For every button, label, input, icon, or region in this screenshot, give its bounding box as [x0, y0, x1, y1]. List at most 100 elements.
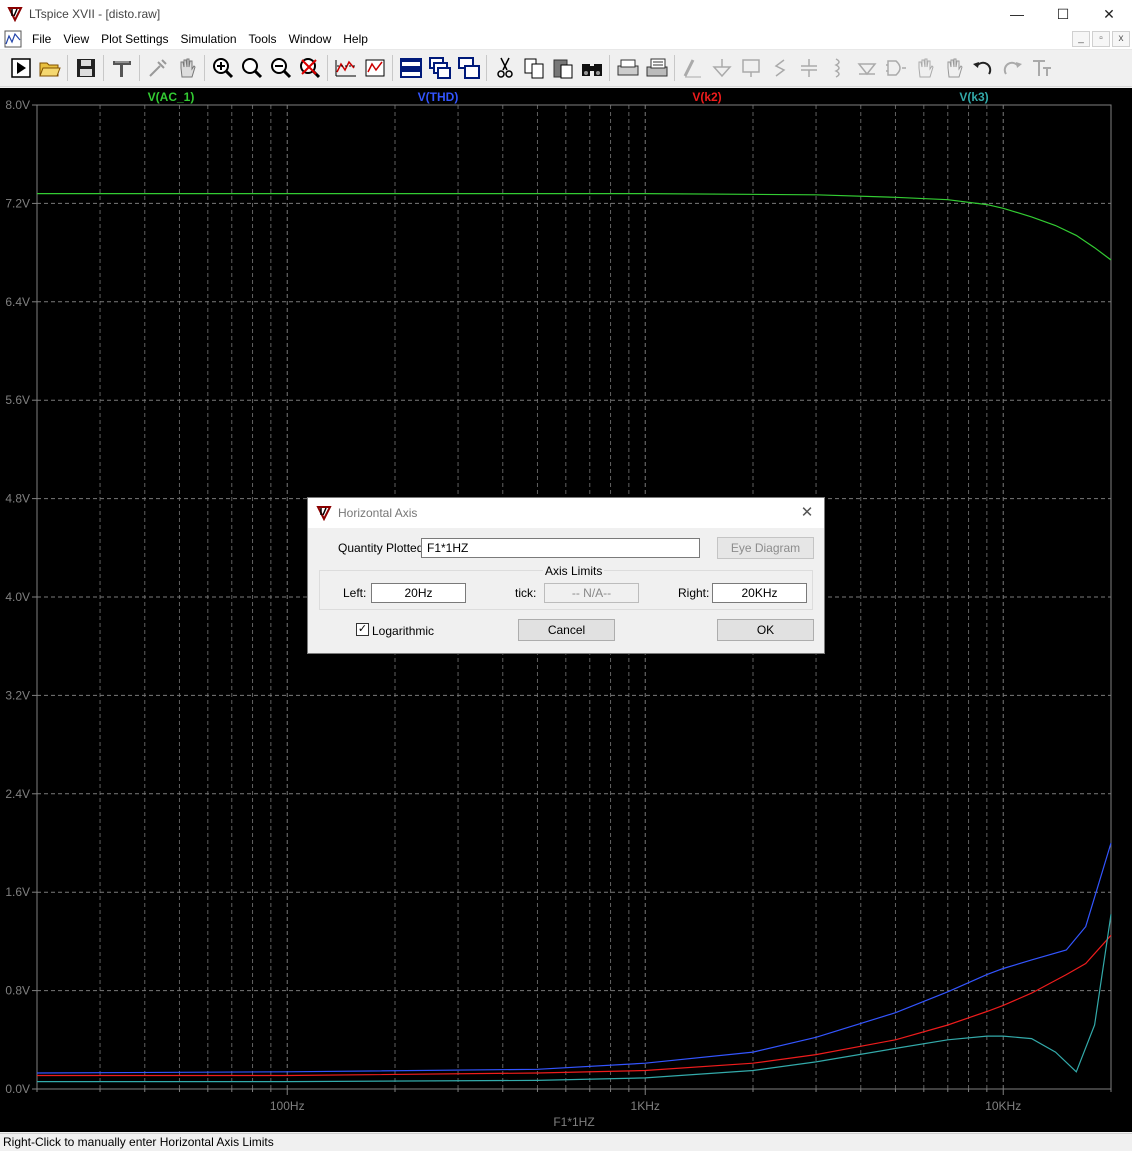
- title-bar: LTspice XVII - [disto.raw] — ☐ ✕: [0, 0, 1132, 28]
- trace-label-v-k2-: V(k2): [692, 90, 721, 104]
- save-icon[interactable]: [71, 53, 100, 83]
- y-tick-label: 7.2V: [5, 196, 30, 210]
- window-controls: — ☐ ✕: [994, 0, 1132, 28]
- menu-bar: File View Plot Settings Simulation Tools…: [0, 28, 1132, 50]
- x-tick-label: 10KHz: [985, 1099, 1021, 1113]
- horizontal-axis-dialog: Horizontal Axis ✕ Quantity Plotted: F1*1…: [307, 497, 825, 654]
- tick-input[interactable]: -- N/A--: [544, 583, 639, 603]
- cascade-icon[interactable]: [425, 53, 454, 83]
- menu-tools[interactable]: Tools: [243, 29, 283, 49]
- eye-diagram-button[interactable]: Eye Diagram: [717, 537, 814, 559]
- probe-icon[interactable]: [143, 53, 172, 83]
- right-limit-label: Right:: [678, 586, 710, 600]
- trace-label-v-k3-: V(k3): [959, 90, 988, 104]
- mdi-close-button[interactable]: x: [1112, 31, 1130, 47]
- dialog-close-button[interactable]: ✕: [798, 504, 816, 522]
- logarithmic-checkbox[interactable]: ✓: [356, 623, 369, 636]
- ground-icon[interactable]: [707, 53, 736, 83]
- menu-simulation[interactable]: Simulation: [175, 29, 243, 49]
- menu-plot-settings[interactable]: Plot Settings: [95, 29, 174, 49]
- inductor-icon[interactable]: [823, 53, 852, 83]
- tile-vertical-icon[interactable]: [454, 53, 483, 83]
- menu-window[interactable]: Window: [283, 29, 338, 49]
- axis-limits-label: Axis Limits: [543, 564, 605, 578]
- y-tick-label: 0.8V: [5, 984, 30, 998]
- wire-icon[interactable]: [678, 53, 707, 83]
- ok-button[interactable]: OK: [717, 619, 814, 641]
- toolbar-separator: [204, 55, 205, 81]
- y-tick-label: 1.6V: [5, 885, 30, 899]
- x-tick-label: 100Hz: [270, 1099, 305, 1113]
- toolbar-separator: [67, 55, 68, 81]
- y-tick-label: 0.0V: [5, 1082, 30, 1096]
- control-panel-icon[interactable]: [107, 53, 136, 83]
- copy-icon[interactable]: [519, 53, 548, 83]
- ltspice-logo-icon: [7, 6, 23, 22]
- right-limit-input[interactable]: 20KHz: [712, 583, 807, 603]
- window-title: LTspice XVII - [disto.raw]: [29, 7, 161, 21]
- toolbar-separator: [674, 55, 675, 81]
- left-limit-label: Left:: [343, 586, 367, 600]
- cut-icon[interactable]: [490, 53, 519, 83]
- resistor-icon[interactable]: [765, 53, 794, 83]
- trace-label-v-thd-: V(THD): [418, 90, 459, 104]
- close-button[interactable]: ✕: [1086, 0, 1132, 28]
- waveform-document-icon[interactable]: [4, 30, 22, 48]
- maximize-button[interactable]: ☐: [1040, 0, 1086, 28]
- toolbar-separator: [327, 55, 328, 81]
- component-icon[interactable]: [881, 53, 910, 83]
- menu-view[interactable]: View: [57, 29, 95, 49]
- run-icon[interactable]: [6, 53, 35, 83]
- ltspice-window: LTspice XVII - [disto.raw] — ☐ ✕ File Vi…: [0, 0, 1132, 1151]
- undo-icon[interactable]: [968, 53, 997, 83]
- toolbar-separator: [103, 55, 104, 81]
- left-limit-input[interactable]: 20Hz: [371, 583, 466, 603]
- print-icon[interactable]: [642, 53, 671, 83]
- dialog-title: Horizontal Axis: [338, 506, 418, 520]
- dialog-title-bar[interactable]: Horizontal Axis: [308, 498, 824, 528]
- tile-horizontal-icon[interactable]: [396, 53, 425, 83]
- y-tick-label: 8.0V: [5, 98, 30, 112]
- quantity-plotted-input[interactable]: F1*1HZ: [421, 538, 700, 558]
- mdi-restore-button[interactable]: ▫: [1092, 31, 1110, 47]
- logarithmic-label[interactable]: Logarithmic: [372, 624, 434, 638]
- menu-help[interactable]: Help: [337, 29, 374, 49]
- print-preview-icon[interactable]: [613, 53, 642, 83]
- menu-file[interactable]: File: [26, 29, 57, 49]
- find-icon[interactable]: [577, 53, 606, 83]
- move-icon[interactable]: [910, 53, 939, 83]
- quantity-plotted-label: Quantity Plotted:: [338, 541, 427, 555]
- series-line-v-thd-: [36, 842, 1112, 1074]
- toolbar: [0, 50, 1132, 87]
- diode-icon[interactable]: [852, 53, 881, 83]
- cancel-button[interactable]: Cancel: [518, 619, 615, 641]
- tick-label: tick:: [515, 586, 537, 600]
- zoom-fit-icon[interactable]: [360, 53, 389, 83]
- zoom-area-icon[interactable]: [237, 53, 266, 83]
- series-line-v-k2-: [37, 934, 1112, 1077]
- ltspice-logo-icon: [316, 506, 332, 521]
- series-line-v-k3-: [37, 914, 1112, 1083]
- capacitor-icon[interactable]: [794, 53, 823, 83]
- x-axis-label: F1*1HZ: [553, 1115, 594, 1129]
- y-tick-label: 5.6V: [5, 393, 30, 407]
- paste-icon[interactable]: [548, 53, 577, 83]
- open-icon[interactable]: [35, 53, 64, 83]
- zoom-in-icon[interactable]: [208, 53, 237, 83]
- text-icon[interactable]: [1026, 53, 1055, 83]
- y-tick-label: 6.4V: [5, 295, 30, 309]
- label-icon[interactable]: [736, 53, 765, 83]
- y-tick-label: 2.4V: [5, 787, 30, 801]
- toolbar-separator: [392, 55, 393, 81]
- x-tick-label: 1KHz: [631, 1099, 660, 1113]
- redo-icon[interactable]: [997, 53, 1026, 83]
- pan-hand-icon[interactable]: [172, 53, 201, 83]
- minimize-button[interactable]: —: [994, 0, 1040, 28]
- drag-icon[interactable]: [939, 53, 968, 83]
- zoom-cancel-icon[interactable]: [295, 53, 324, 83]
- autorange-icon[interactable]: [331, 53, 360, 83]
- mdi-minimize-button[interactable]: _: [1072, 31, 1090, 47]
- y-tick-label: 4.8V: [5, 492, 30, 506]
- zoom-out-icon[interactable]: [266, 53, 295, 83]
- mdi-controls: _ ▫ x: [1070, 31, 1130, 47]
